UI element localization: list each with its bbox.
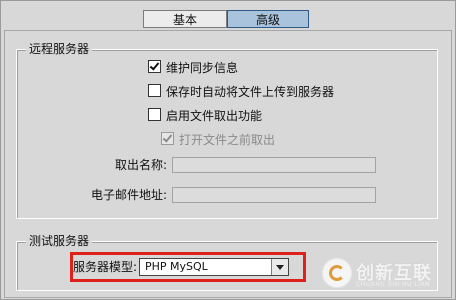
maintain-sync-checkbox[interactable] bbox=[148, 60, 161, 73]
watermark-sub: CHUANG XIN HU LIAN bbox=[356, 281, 431, 288]
testing-server-title: 测试服务器 bbox=[26, 234, 93, 248]
remote-server-title: 远程服务器 bbox=[26, 42, 93, 56]
maintain-sync-label: 维护同步信息 bbox=[166, 61, 239, 75]
checkout-on-open-option: 打开文件之前取出 bbox=[161, 132, 275, 148]
auto-upload-option[interactable]: 保存时自动将文件上传到服务器 bbox=[148, 84, 334, 100]
enable-checkout-label: 启用文件取出功能 bbox=[166, 109, 263, 123]
highlight-box bbox=[70, 252, 306, 282]
auto-upload-checkbox[interactable] bbox=[148, 84, 161, 97]
checkout-on-open-label: 打开文件之前取出 bbox=[179, 133, 276, 147]
tab-advanced[interactable]: 高级 bbox=[227, 10, 309, 28]
checkout-on-open-checkbox bbox=[161, 132, 174, 145]
maintain-sync-option[interactable]: 维护同步信息 bbox=[148, 60, 238, 76]
enable-checkout-option[interactable]: 启用文件取出功能 bbox=[148, 108, 262, 124]
checkout-name-label: 取出名称: bbox=[114, 158, 167, 172]
watermark-logo-icon bbox=[322, 258, 352, 288]
tab-basic[interactable]: 基本 bbox=[143, 10, 227, 28]
checkout-name-field bbox=[172, 157, 376, 173]
email-label: 电子邮件地址: bbox=[90, 188, 167, 202]
email-field bbox=[172, 187, 376, 203]
enable-checkout-checkbox[interactable] bbox=[148, 108, 161, 121]
auto-upload-label: 保存时自动将文件上传到服务器 bbox=[166, 85, 335, 99]
watermark: 创新互联 CHUANG XIN HU LIAN bbox=[322, 256, 452, 292]
